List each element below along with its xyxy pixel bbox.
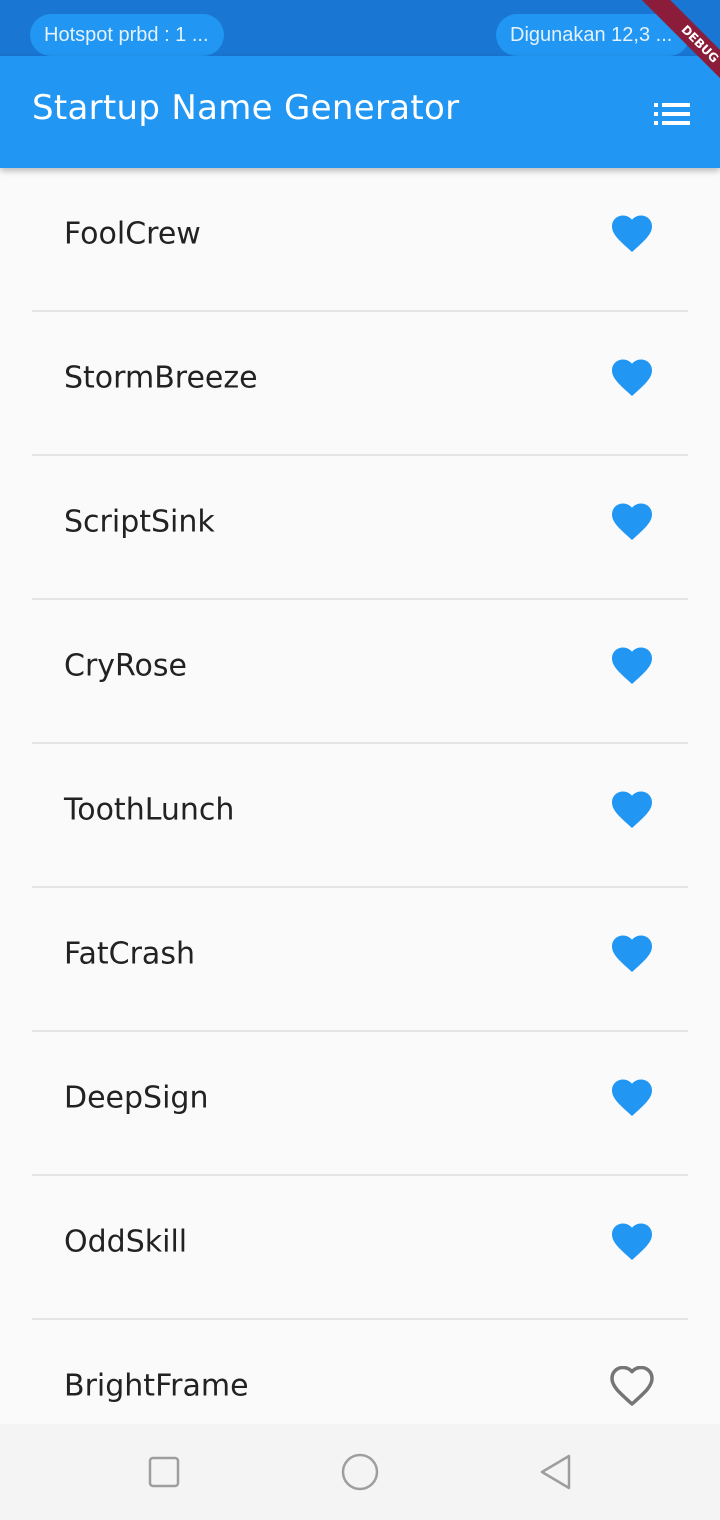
hotspot-notification-pill[interactable]: Hotspot prbd : 1 ... xyxy=(30,14,224,56)
heart-filled-icon[interactable] xyxy=(610,934,654,974)
startup-name-label: StormBreeze xyxy=(64,360,258,396)
heart-filled-icon[interactable] xyxy=(610,1222,654,1262)
heart-filled-icon[interactable] xyxy=(610,790,654,830)
heart-filled-icon[interactable] xyxy=(610,646,654,686)
back-button[interactable] xyxy=(536,1452,576,1492)
home-button[interactable] xyxy=(340,1452,380,1492)
heart-filled-icon[interactable] xyxy=(610,358,654,398)
list-item[interactable]: ScriptSink xyxy=(32,456,688,600)
app-screen: Hotspot prbd : 1 ... Digunakan 12,3 ... … xyxy=(0,0,720,1520)
startup-name-label: ScriptSink xyxy=(64,504,215,540)
startup-name-label: DeepSign xyxy=(64,1080,209,1116)
startup-name-label: ToothLunch xyxy=(64,792,235,828)
startup-name-label: CryRose xyxy=(64,648,187,684)
status-bar: Hotspot prbd : 1 ... Digunakan 12,3 ... xyxy=(0,0,720,56)
heart-filled-icon[interactable] xyxy=(610,214,654,254)
recent-apps-button[interactable] xyxy=(144,1452,184,1492)
list-item[interactable]: DeepSign xyxy=(32,1032,688,1176)
list-item[interactable]: OddSkill xyxy=(32,1176,688,1320)
recent-apps-icon xyxy=(148,1456,180,1488)
app-bar: Startup Name Generator xyxy=(0,56,720,168)
system-nav-bar xyxy=(0,1424,720,1520)
startup-name-label: FatCrash xyxy=(64,936,195,972)
page-title: Startup Name Generator xyxy=(32,88,460,128)
list-item[interactable]: ToothLunch xyxy=(32,744,688,888)
startup-name-label: OddSkill xyxy=(64,1224,188,1260)
back-icon xyxy=(540,1454,571,1490)
list-item[interactable]: CryRose xyxy=(32,600,688,744)
list-item[interactable]: FatCrash xyxy=(32,888,688,1032)
startup-name-list: FoolCrew StormBreeze ScriptSink CryRose Toot… xyxy=(0,168,720,1464)
heart-filled-icon[interactable] xyxy=(610,502,654,542)
startup-name-label: FoolCrew xyxy=(64,216,201,252)
heart-filled-icon[interactable] xyxy=(610,1078,654,1118)
heart-outline-icon[interactable] xyxy=(610,1366,654,1406)
list-icon xyxy=(654,103,690,125)
list-item[interactable]: FoolCrew xyxy=(32,168,688,312)
data-usage-notification-pill[interactable]: Digunakan 12,3 ... xyxy=(496,14,690,56)
saved-list-button[interactable] xyxy=(644,86,700,142)
list-item[interactable]: StormBreeze xyxy=(32,312,688,456)
startup-name-label: BrightFrame xyxy=(64,1368,249,1404)
home-icon xyxy=(341,1453,379,1491)
